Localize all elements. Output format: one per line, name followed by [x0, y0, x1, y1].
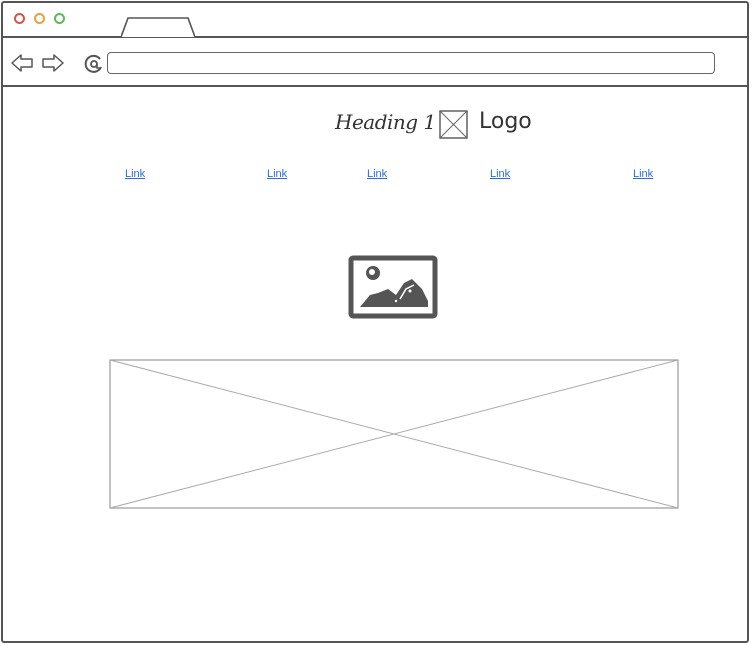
page-heading: Heading 1 [335, 110, 436, 134]
nav-link-1[interactable]: Link [125, 168, 145, 180]
minimize-button[interactable] [34, 13, 45, 24]
back-arrow-icon[interactable] [10, 53, 34, 73]
logo-label: Logo [479, 109, 532, 134]
close-button[interactable] [14, 13, 25, 24]
logo-image-icon [439, 110, 468, 139]
url-input[interactable] [107, 52, 715, 74]
image-placeholder-icon [109, 359, 679, 509]
title-bar [3, 3, 747, 38]
reload-icon[interactable] [83, 53, 105, 75]
address-bar-row [3, 38, 747, 87]
browser-tab[interactable] [121, 17, 195, 38]
image-icon [348, 255, 438, 319]
page-header: Heading 1 Logo [3, 106, 747, 140]
browser-window: Heading 1 Logo Link Link Link Link Link [1, 1, 749, 643]
forward-arrow-icon[interactable] [41, 53, 65, 73]
nav-link-4[interactable]: Link [490, 168, 510, 180]
nav-link-5[interactable]: Link [633, 168, 653, 180]
nav-link-2[interactable]: Link [267, 168, 287, 180]
zoom-button[interactable] [54, 13, 65, 24]
nav-link-3[interactable]: Link [367, 168, 387, 180]
